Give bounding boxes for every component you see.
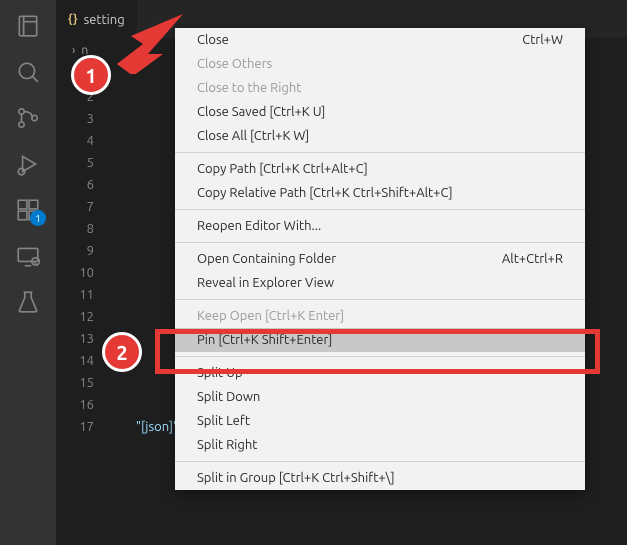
menu-item-shortcut: Alt+Ctrl+R: [502, 252, 563, 266]
menu-item[interactable]: Close Ctrl+W: [175, 28, 585, 52]
menu-item: Close to the Right: [175, 76, 585, 100]
testing-icon[interactable]: [14, 288, 42, 316]
menu-item-label: Split in Group [Ctrl+K Ctrl+Shift+\]: [197, 471, 395, 485]
menu-item[interactable]: Split in Group [Ctrl+K Ctrl+Shift+\]: [175, 466, 585, 490]
line-number: 10: [56, 262, 94, 284]
line-number: 3: [56, 108, 94, 130]
menu-item-label: Split Left: [197, 414, 250, 428]
menu-separator: [175, 461, 585, 462]
explorer-icon[interactable]: [14, 12, 42, 40]
run-debug-icon[interactable]: [14, 150, 42, 178]
menu-item: Close Others: [175, 52, 585, 76]
line-number: 17: [56, 416, 94, 438]
menu-item[interactable]: Reopen Editor With...: [175, 214, 585, 238]
line-number: 16: [56, 394, 94, 416]
extensions-badge: 1: [30, 210, 46, 226]
json-file-icon: {}: [68, 13, 78, 26]
line-number: 7: [56, 196, 94, 218]
line-gutter: 1234567891011121314151617: [56, 62, 112, 545]
menu-item: Keep Open [Ctrl+K Enter]: [175, 304, 585, 328]
menu-separator: [175, 242, 585, 243]
line-number: 12: [56, 306, 94, 328]
search-icon[interactable]: [14, 58, 42, 86]
remote-icon[interactable]: [14, 242, 42, 270]
menu-item-label: Close to the Right: [197, 81, 301, 95]
annotation-arrow: [113, 14, 183, 74]
menu-item[interactable]: Pin [Ctrl+K Shift+Enter]: [175, 328, 585, 352]
menu-item-label: Keep Open [Ctrl+K Enter]: [197, 309, 344, 323]
menu-item[interactable]: Copy Relative Path [Ctrl+K Ctrl+Shift+Al…: [175, 181, 585, 205]
line-number: 13: [56, 328, 94, 350]
menu-item-label: Open Containing Folder: [197, 252, 336, 266]
menu-item[interactable]: Split Left: [175, 409, 585, 433]
menu-item[interactable]: Split Up: [175, 361, 585, 385]
line-number: 11: [56, 284, 94, 306]
menu-item-label: Copy Path [Ctrl+K Ctrl+Alt+C]: [197, 162, 368, 176]
menu-separator: [175, 209, 585, 210]
line-number: 9: [56, 240, 94, 262]
menu-separator: [175, 299, 585, 300]
menu-item-label: Reopen Editor With...: [197, 219, 321, 233]
menu-item[interactable]: Split Down: [175, 385, 585, 409]
menu-item-label: Close Others: [197, 57, 272, 71]
menu-item[interactable]: Reveal in Explorer View: [175, 271, 585, 295]
code-key: "[json]": [136, 420, 178, 434]
line-number: 15: [56, 372, 94, 394]
menu-item-label: Split Right: [197, 438, 257, 452]
menu-item[interactable]: Copy Path [Ctrl+K Ctrl+Alt+C]: [175, 157, 585, 181]
extensions-icon[interactable]: 1: [14, 196, 42, 224]
annotation-marker-1: 1: [71, 55, 111, 95]
menu-item-label: Close: [197, 33, 229, 47]
menu-item-label: Close All [Ctrl+K W]: [197, 129, 309, 143]
menu-item[interactable]: Close Saved [Ctrl+K U]: [175, 100, 585, 124]
line-number: 6: [56, 174, 94, 196]
line-number: 14: [56, 350, 94, 372]
menu-item-label: Close Saved [Ctrl+K U]: [197, 105, 325, 119]
menu-item-label: Split Down: [197, 390, 260, 404]
menu-item-label: Split Up: [197, 366, 243, 380]
chevron-right-icon: ›: [72, 44, 75, 57]
line-number: 4: [56, 130, 94, 152]
annotation-marker-2: 2: [102, 332, 142, 372]
menu-item-shortcut: Ctrl+W: [522, 33, 563, 47]
line-number: 5: [56, 152, 94, 174]
menu-item[interactable]: Open Containing Folder Alt+Ctrl+R: [175, 247, 585, 271]
menu-item-label: Reveal in Explorer View: [197, 276, 334, 290]
context-menu: Close Ctrl+W Close Others Close to the Righ…: [175, 28, 585, 490]
menu-separator: [175, 152, 585, 153]
menu-item-label: Copy Relative Path [Ctrl+K Ctrl+Shift+Al…: [197, 186, 453, 200]
menu-item[interactable]: Close All [Ctrl+K W]: [175, 124, 585, 148]
menu-separator: [175, 356, 585, 357]
source-control-icon[interactable]: [14, 104, 42, 132]
menu-item-label: Pin [Ctrl+K Shift+Enter]: [197, 333, 332, 347]
menu-item[interactable]: Split Right: [175, 433, 585, 457]
activity-bar: 1: [0, 0, 56, 545]
line-number: 8: [56, 218, 94, 240]
